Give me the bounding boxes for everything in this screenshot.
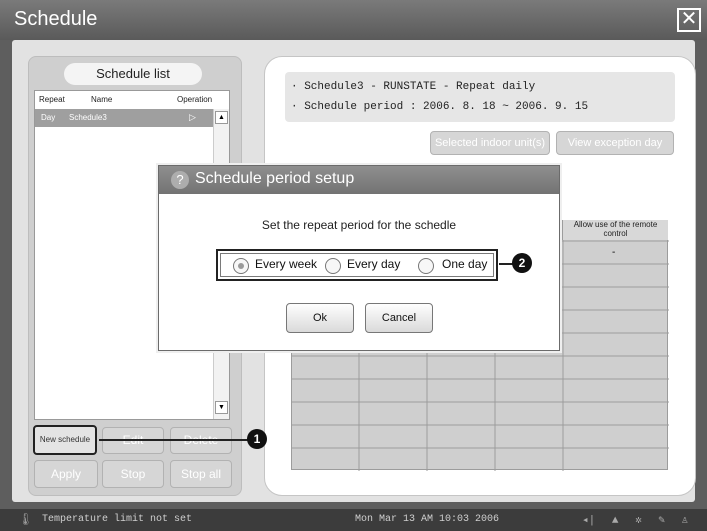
remote-control-column-header: Allow use of the remote control: [562, 220, 668, 240]
column-operation: Operation: [177, 95, 213, 104]
close-button[interactable]: ✕: [677, 8, 701, 32]
column-name: Name: [91, 95, 113, 104]
callout-2-leader-line: [499, 263, 513, 265]
status-bar: 🌡 Temperature limit not set Mon Mar 13 A…: [0, 509, 707, 531]
warning-icon: ▲: [611, 515, 619, 527]
scroll-down-icon[interactable]: ▼: [215, 401, 228, 414]
question-icon: ?: [171, 171, 189, 189]
tool-icon: ✎: [658, 515, 665, 527]
row-repeat: Day: [41, 113, 56, 122]
list-item[interactable]: Day Schedule3 ▷: [35, 109, 213, 127]
radio-one-day[interactable]: [418, 258, 434, 274]
cancel-button[interactable]: Cancel: [365, 303, 433, 333]
stop-button[interactable]: Stop: [102, 460, 164, 488]
column-repeat: Repeat: [39, 95, 65, 104]
schedule-window: Schedule ✕ Schedule list Repeat Name Ope…: [0, 0, 707, 531]
radio-label-every-week[interactable]: Every week: [255, 257, 317, 271]
title-bar: Schedule ✕: [0, 0, 707, 40]
status-datetime: Mon Mar 13 AM 10:03 2006: [355, 514, 500, 525]
signal-icon: ◂|: [582, 515, 596, 527]
selected-indoor-units-button[interactable]: Selected indoor unit(s): [430, 131, 550, 155]
dialog-message: Set the repeat period for the schedle: [261, 218, 457, 232]
schedule-state-line: · Schedule3 - RUNSTATE - Repeat daily: [291, 81, 536, 93]
radio-group-frame: Every week Every day One day: [220, 253, 494, 277]
radio-label-one-day[interactable]: One day: [442, 257, 487, 271]
window-title: Schedule: [14, 8, 98, 30]
callout-2-badge: 2: [512, 253, 532, 273]
temperature-icon: 🌡: [18, 513, 34, 527]
radio-every-day[interactable]: [325, 258, 341, 274]
status-message: Temperature limit not set: [42, 514, 193, 525]
play-icon[interactable]: ▷: [189, 112, 196, 123]
apply-button[interactable]: Apply: [34, 460, 98, 488]
dialog-title-bar: ? Schedule period setup: [159, 166, 559, 194]
fan-icon: ✲: [635, 515, 642, 527]
row-name: Schedule3: [69, 113, 107, 122]
stop-all-button[interactable]: Stop all: [170, 460, 232, 488]
scroll-up-icon[interactable]: ▲: [215, 111, 228, 124]
schedule-period-dialog: ? Schedule period setup Set the repeat p…: [158, 165, 560, 351]
ok-button[interactable]: Ok: [286, 303, 354, 333]
radio-every-week[interactable]: [233, 258, 249, 274]
callout-1-leader-line: [99, 439, 249, 441]
schedule-info: · Schedule3 - RUNSTATE - Repeat daily · …: [285, 72, 675, 122]
repeat-period-options: Every week Every day One day: [216, 249, 498, 281]
callout-1-badge: 1: [247, 429, 267, 449]
radio-label-every-day[interactable]: Every day: [347, 257, 400, 271]
user-icon: ♙: [681, 515, 689, 527]
list-header: Repeat Name Operation: [35, 91, 215, 109]
dialog-title: Schedule period setup: [195, 170, 355, 187]
grid-cell-value: -: [612, 247, 616, 258]
schedule-period-line: · Schedule period : 2006. 8. 18 ~ 2006. …: [291, 101, 589, 113]
view-exception-day-button[interactable]: View exception day: [556, 131, 674, 155]
new-schedule-button[interactable]: New schedule: [33, 425, 97, 455]
schedule-list-title: Schedule list: [64, 63, 202, 85]
system-tray-icons: ◂| ▲ ✲ ✎ ♙: [582, 513, 688, 527]
